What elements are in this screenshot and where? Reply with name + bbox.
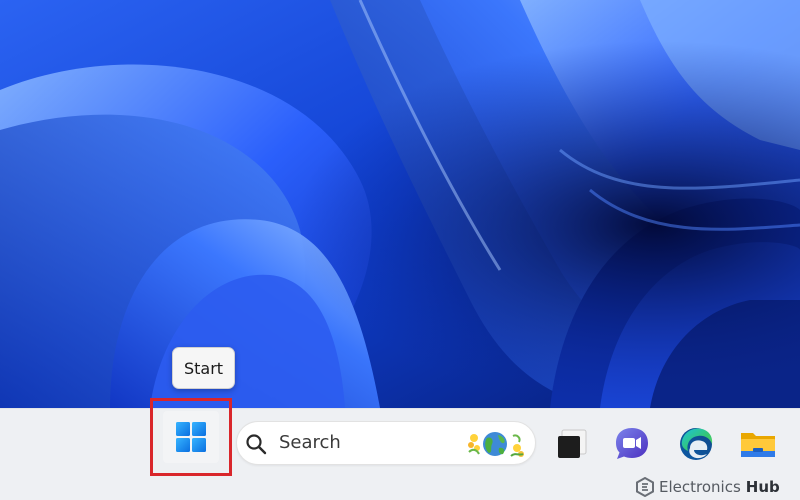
- edge-icon[interactable]: [676, 424, 716, 464]
- taskbar-search-box[interactable]: Search: [236, 421, 536, 465]
- task-view-icon[interactable]: [554, 424, 594, 464]
- file-explorer-icon[interactable]: [738, 424, 778, 464]
- watermark-brand-strong: Hub: [745, 478, 780, 496]
- electronics-hub-watermark: Electronics Hub: [636, 476, 780, 498]
- watermark-brand: Electronics: [659, 478, 741, 496]
- search-icon: [246, 434, 267, 455]
- desktop-wallpaper: [0, 0, 800, 408]
- start-button-surface[interactable]: [163, 411, 219, 463]
- start-button[interactable]: [150, 398, 232, 476]
- windows-start-icon: [176, 422, 206, 452]
- search-placeholder: Search: [279, 432, 341, 453]
- search-highlight-icon[interactable]: [463, 426, 527, 462]
- start-tooltip: Start: [172, 347, 235, 389]
- electronics-hub-logo-icon: [636, 477, 654, 497]
- teams-chat-icon[interactable]: [612, 424, 652, 464]
- start-tooltip-text: Start: [183, 358, 224, 378]
